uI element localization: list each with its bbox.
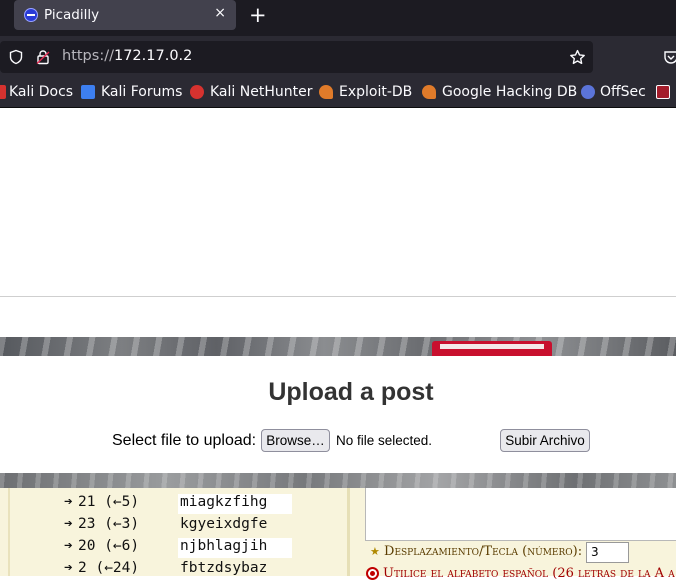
url-host: 172.17.0.2 [113, 48, 193, 64]
submit-button[interactable]: Subir Archivo [500, 429, 590, 452]
shift-text: 20 (←6) [78, 538, 140, 554]
tab-title: Picadilly [44, 7, 100, 23]
alphabet-label: Utilice el alfabeto español (26 letras d… [383, 566, 676, 581]
list-item: ➔ 21 (←5) miagkzfihg [64, 494, 292, 514]
lock-icon[interactable] [35, 49, 51, 65]
url-bar[interactable]: https://172.17.0.2 [0, 41, 593, 73]
shift-text: 23 (←3) [78, 516, 140, 532]
shift-result: fbtzdsybaz [180, 560, 268, 576]
red-bus-graphic [432, 341, 552, 356]
offsec-icon [581, 85, 595, 99]
bookmarks-toolbar: Kali Docs Kali Forums Kali NetHunter Exp… [0, 76, 676, 108]
bookmark-exploit-db[interactable]: Exploit-DB [339, 84, 412, 100]
file-status: No file selected. [336, 433, 433, 448]
bookmark-kali-nethunter[interactable]: Kali NetHunter [210, 84, 312, 100]
upload-title: Upload a post [268, 378, 434, 406]
upload-form: Upload a post Select file to upload: Bro… [0, 356, 676, 473]
shift-label-text: Desplazamiento/Tecla (número): [384, 544, 583, 559]
kali-docs-icon [0, 85, 6, 99]
cipher-textarea[interactable] [365, 488, 676, 541]
permutation-list: ➔ 21 (←5) miagkzfihg ➔ 23 (←3) kgyeixdgf… [0, 488, 350, 576]
shift-result: miagkzfihg [178, 494, 292, 514]
bookmark-google-hacking-db[interactable]: Google Hacking DB [442, 84, 577, 100]
street-banner-image [0, 337, 676, 356]
pocket-icon[interactable] [663, 49, 676, 65]
ghdb-icon [422, 85, 436, 99]
bookmark-kali-docs[interactable]: Kali Docs [9, 84, 73, 100]
browse-button[interactable]: Browse… [261, 429, 330, 452]
tab-bar: Picadilly × + [0, 0, 676, 36]
kali-nethunter-icon [190, 85, 204, 99]
bookmark-star-icon[interactable] [569, 49, 586, 66]
bookmark-kali-forums[interactable]: Kali Forums [101, 84, 182, 100]
list-item: ➔ 23 (←3) kgyeixdgfe [64, 516, 267, 536]
cipher-settings: ★ Desplazamiento/Tecla (número): 3 Utili… [350, 488, 676, 581]
close-tab-icon[interactable]: × [214, 5, 226, 21]
shift-input[interactable]: 3 [586, 542, 629, 563]
browser-tab[interactable]: Picadilly × [14, 0, 236, 30]
shift-label: ★ Desplazamiento/Tecla (número): [370, 544, 582, 559]
panel-border [8, 488, 10, 576]
navigation-bar: https://172.17.0.2 [0, 36, 676, 76]
bookmark-offsec[interactable]: OffSec [600, 84, 646, 100]
list-item: ➔ 2 (←24) fbtzdsybaz [64, 560, 267, 580]
kali-forums-icon [81, 85, 95, 99]
overflow-bookmark-icon[interactable] [656, 85, 670, 99]
divider [0, 296, 676, 297]
alphabet-radio[interactable] [366, 567, 379, 580]
shift-text: 21 (←5) [78, 494, 140, 510]
page-content: Upload a post Select file to upload: Bro… [0, 108, 676, 581]
star-icon: ★ [370, 545, 380, 558]
url-scheme: https:// [62, 48, 114, 64]
shield-icon[interactable] [8, 49, 24, 65]
shift-result: kgyeixdgfe [180, 516, 268, 532]
url-text[interactable]: https://172.17.0.2 [62, 48, 192, 64]
shift-result: njbhlagjih [178, 538, 292, 558]
exploit-db-icon [319, 85, 333, 99]
shift-text: 2 (←24) [78, 560, 140, 576]
new-tab-button[interactable]: + [249, 3, 267, 27]
upload-label: Select file to upload: [112, 432, 257, 449]
site-favicon-icon [24, 8, 38, 22]
list-item: ➔ 20 (←6) njbhlagjih [64, 538, 292, 558]
